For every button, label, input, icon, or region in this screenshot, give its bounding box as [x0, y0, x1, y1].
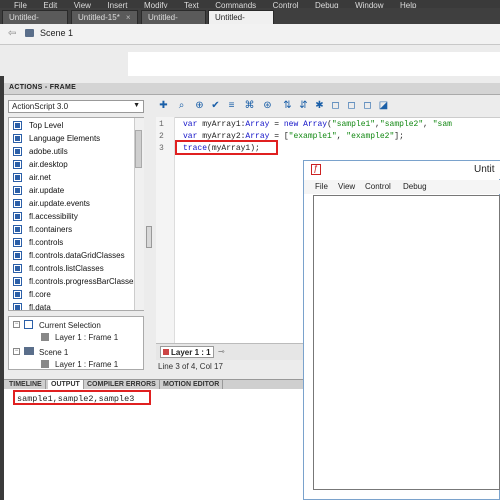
- list-item[interactable]: Top Level: [13, 120, 133, 133]
- tab-label: Untitled-15*: [78, 13, 120, 22]
- list-item[interactable]: fl.controls: [13, 237, 133, 250]
- document-tabs: Untitled-14*× Untitled-15* × Untitled-17*…: [0, 8, 500, 36]
- tree-item-current-selection[interactable]: Current Selection: [39, 321, 101, 330]
- book-icon: [13, 212, 22, 221]
- highlight-box-output: [13, 390, 151, 405]
- tab-untitled-15[interactable]: Untitled-15* ×: [71, 10, 138, 24]
- actions-library-list: Top Level Language Elements adobe.utils …: [8, 117, 144, 311]
- list-item[interactable]: fl.controls.dataGridClasses: [13, 250, 133, 263]
- list-item[interactable]: air.net: [13, 172, 133, 185]
- script-tab-label: Layer 1 : 1: [171, 348, 211, 357]
- list-item[interactable]: fl.controls.listClasses: [13, 263, 133, 276]
- language-value: ActionScript 3.0: [12, 102, 69, 111]
- scene-bar: ⇦ Scene 1: [0, 24, 500, 45]
- book-icon: [13, 303, 22, 310]
- menu-bar: File Edit View Insert Modify Text Comman…: [0, 0, 500, 10]
- swf-menu-file[interactable]: File: [315, 182, 328, 191]
- book-icon: [13, 134, 22, 143]
- help-icon[interactable]: ◪: [377, 99, 390, 112]
- expand-all-icon[interactable]: ✱: [313, 99, 326, 112]
- back-arrow-icon[interactable]: ⇦: [8, 28, 16, 39]
- line-comment-icon[interactable]: ◻: [361, 99, 374, 112]
- list-item[interactable]: fl.data: [13, 302, 133, 310]
- code-line-1[interactable]: var myArray1:Array = new Array("sample1"…: [183, 120, 452, 129]
- book-icon: [13, 277, 22, 286]
- stage-area[interactable]: [128, 52, 500, 76]
- line-number: 3: [159, 144, 164, 153]
- tab-untitled-14[interactable]: Untitled-14*×: [2, 10, 68, 36]
- list-item[interactable]: fl.core: [13, 289, 133, 302]
- cursor-status: Line 3 of 4, Col 17: [158, 362, 223, 371]
- find-icon[interactable]: ⌕: [175, 99, 188, 112]
- swf-menu-debug[interactable]: Debug: [403, 182, 427, 191]
- check-icon[interactable]: ✔: [209, 99, 222, 112]
- tab-untitled-18[interactable]: Untitled-18*×: [208, 10, 274, 36]
- scene-icon: [25, 29, 34, 37]
- list-item[interactable]: Language Elements: [13, 133, 133, 146]
- debug-icon[interactable]: ⊛: [261, 99, 274, 112]
- comment-icon[interactable]: ◻: [329, 99, 342, 112]
- panel-title: ACTIONS - FRAME: [9, 84, 77, 91]
- frame-icon: [41, 360, 49, 368]
- actions-toolbar: ✚ ⌕ ⊕ ✔ ≡ ⌘ ⊛ ⇅ ⇵ ✱ ◻ ◻ ◻ ◪: [155, 98, 500, 116]
- list-item[interactable]: air.desktop: [13, 159, 133, 172]
- library-scroll-thumb[interactable]: [135, 130, 142, 168]
- book-icon: [13, 173, 22, 182]
- script-navigator: − Current Selection Layer 1 : Frame 1 − …: [8, 316, 144, 370]
- expand-icon[interactable]: ⇵: [297, 99, 310, 112]
- book-icon: [13, 290, 22, 299]
- book-icon: [13, 121, 22, 130]
- collapse-toggle-icon[interactable]: −: [13, 321, 20, 328]
- book-icon: [13, 251, 22, 260]
- pin-icon[interactable]: ⊸: [218, 347, 225, 356]
- book-icon: [13, 199, 22, 208]
- tree-item-frame[interactable]: Layer 1 : Frame 1: [55, 360, 118, 369]
- tree-item-scene[interactable]: Scene 1: [39, 348, 68, 357]
- hint-icon[interactable]: ⌘: [243, 99, 256, 112]
- list-item[interactable]: air.update.events: [13, 198, 133, 211]
- chevron-down-icon: ▼: [133, 102, 140, 109]
- swf-menu-control[interactable]: Control: [365, 182, 391, 191]
- list-item[interactable]: air.update: [13, 185, 133, 198]
- flash-player-icon: [311, 163, 321, 175]
- swf-menu-view[interactable]: View: [338, 182, 355, 191]
- book-icon: [13, 225, 22, 234]
- scene-icon: [24, 347, 34, 355]
- book-icon: [13, 160, 22, 169]
- book-icon: [13, 147, 22, 156]
- swf-window-titlebar[interactable]: [304, 161, 500, 179]
- script-tab-layer1[interactable]: Layer 1 : 1: [160, 346, 214, 358]
- language-select[interactable]: ActionScript 3.0 ▼: [8, 100, 144, 113]
- panel-collapse-handle[interactable]: [146, 226, 152, 248]
- line-number: 2: [159, 132, 164, 141]
- line-number: 1: [159, 120, 164, 129]
- actionscript-icon: [163, 349, 169, 355]
- list-item[interactable]: adobe.utils: [13, 146, 133, 159]
- list-item[interactable]: fl.controls.progressBarClasses: [13, 276, 137, 289]
- scene-label: Scene 1: [40, 28, 74, 38]
- selection-arrow-icon: [24, 320, 33, 329]
- frame-icon: [41, 333, 49, 341]
- book-icon: [13, 186, 22, 195]
- uncomment-icon[interactable]: ◻: [345, 99, 358, 112]
- swf-window-title: Untit: [474, 164, 495, 175]
- swf-menu-bar: [304, 180, 500, 194]
- list-item[interactable]: fl.containers: [13, 224, 133, 237]
- book-icon: [13, 264, 22, 273]
- tab-untitled-17[interactable]: Untitled-17*×: [141, 10, 206, 36]
- highlight-box-trace: [175, 140, 278, 155]
- add-icon[interactable]: ✚: [157, 99, 170, 112]
- close-icon[interactable]: ×: [126, 13, 131, 22]
- book-icon: [13, 238, 22, 247]
- list-item[interactable]: fl.accessibility: [13, 211, 133, 224]
- actions-panel-header[interactable]: ACTIONS - FRAME: [4, 83, 500, 95]
- tree-item-frame[interactable]: Layer 1 : Frame 1: [55, 333, 118, 342]
- collapse-toggle-icon[interactable]: −: [13, 348, 20, 355]
- target-icon[interactable]: ⊕: [193, 99, 206, 112]
- collapse-icon[interactable]: ⇅: [281, 99, 294, 112]
- swf-stage[interactable]: [313, 195, 500, 490]
- format-icon[interactable]: ≡: [225, 99, 238, 112]
